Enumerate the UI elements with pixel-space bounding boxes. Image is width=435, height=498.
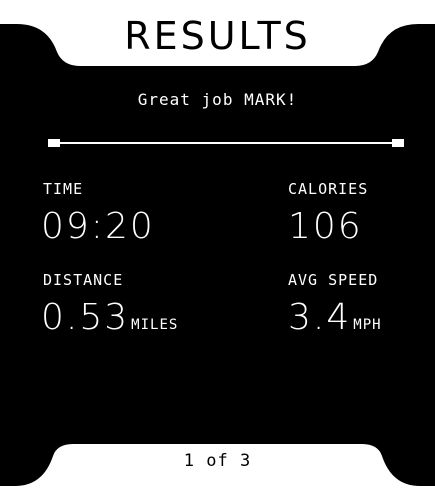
results-screen: RESULTS Great job MARK! TIME 09:20 CALOR… [0, 0, 435, 498]
distance-number: 0.53 [41, 297, 130, 338]
screen-frame [0, 0, 435, 498]
distance-label: DISTANCE [43, 271, 124, 289]
calories-number: 106 [288, 206, 363, 247]
time-number: 09:20 [41, 206, 155, 247]
avg-speed-number: 3.4 [288, 297, 352, 338]
time-label: TIME [43, 180, 84, 198]
time-value: 09:20 [41, 206, 155, 247]
calories-value: 106 [288, 206, 363, 247]
avg-speed-unit: MPH [353, 317, 382, 333]
distance-value: 0.53 MILES [41, 297, 178, 338]
avg-speed-value: 3.4 MPH [288, 297, 382, 338]
avg-speed-label: AVG SPEED [288, 271, 379, 289]
page-indicator: 1 of 3 [183, 451, 252, 471]
calories-label: CALORIES [288, 180, 369, 198]
greeting-message: Great job MARK! [137, 90, 298, 109]
divider-line [48, 139, 404, 147]
distance-unit: MILES [131, 317, 179, 333]
page-title: RESULTS [124, 14, 311, 58]
